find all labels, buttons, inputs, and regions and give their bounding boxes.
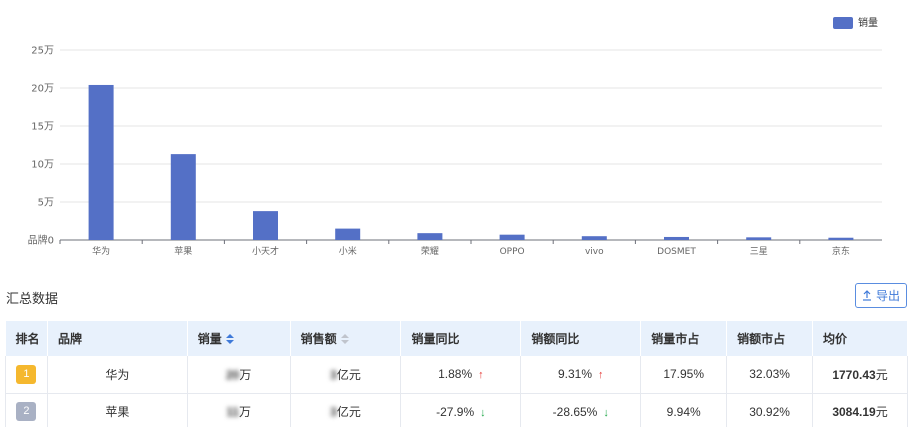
amt-yoy-cell: -28.65% ↓ xyxy=(520,393,642,427)
brand-cell: 苹果 xyxy=(47,393,188,427)
header-amount[interactable]: 销售额 xyxy=(290,321,402,356)
x-axis-ticks: 华为 苹果 小天才 小米 荣耀 OPPO vivo DOSMET 三星 京东 xyxy=(59,240,850,257)
export-label: 导出 xyxy=(875,289,900,303)
amt-yoy-cell: 9.31% ↑ xyxy=(520,356,642,394)
amount-cell: 3亿元 xyxy=(290,393,402,427)
vol-yoy-value: 1.88% xyxy=(438,367,473,382)
export-icon xyxy=(862,290,872,301)
avg-price-cell: 3084.19元 xyxy=(812,393,908,427)
volume-cell: 20万 xyxy=(187,356,291,394)
x-tick-label: 华为 xyxy=(92,245,110,257)
volume-value-obscured: 11 xyxy=(226,405,239,419)
summary-table: 排名 品牌 销量 销售额 销量同比 销额同比 销量市占 销额市占 均价 1 华为 2… xyxy=(5,321,908,427)
vol-yoy-value: -27.9% xyxy=(436,404,475,419)
y-tick-label: 20万 xyxy=(31,84,54,95)
avg-price-cell: 1770.43元 xyxy=(812,356,908,394)
sales-bar-chart: 25万 20万 15万 10万 5万品牌0 华为 苹果 小天才 小米 荣耀 OPPO vivo DOS… xyxy=(28,16,882,257)
vol-yoy-cell: -27.9% ↓ xyxy=(400,393,522,427)
chart-legend[interactable]: 销量 xyxy=(833,16,878,29)
amt-yoy-value: 9.31% xyxy=(557,367,593,382)
header-amount-label: 销售额 xyxy=(300,332,337,346)
amt-yoy-value: -28.65% xyxy=(552,404,598,419)
brand-cell: 华为 xyxy=(47,356,188,394)
x-tick-label: 小米 xyxy=(339,245,357,257)
table-row[interactable]: 1 华为 20万 3亿元 1.88% ↑ 9.31% ↑ 17.95% 32.03% 1770.43… xyxy=(5,356,908,394)
amount-unit: 亿元 xyxy=(336,367,361,382)
table-row[interactable]: 2 苹果 11万 3亿元 -27.9% ↓ -28.65% ↓ 9.94% 30.92% 3084.… xyxy=(5,393,908,427)
header-rank: 排名 xyxy=(5,321,48,356)
arrow-up-icon: ↑ xyxy=(478,369,484,382)
bar-3[interactable] xyxy=(253,211,278,240)
table-header-row: 排名 品牌 销量 销售额 销量同比 销额同比 销量市占 销额市占 均价 xyxy=(5,321,908,356)
bar-10[interactable] xyxy=(828,237,854,240)
x-tick-label: 三星 xyxy=(750,246,768,257)
legend-swatch xyxy=(833,17,853,29)
vol-share-cell: 17.95% xyxy=(640,356,728,394)
x-tick-label: 小天才 xyxy=(252,245,279,257)
header-amt-share: 销额市占 xyxy=(726,321,814,356)
arrow-down-icon: ↓ xyxy=(603,406,609,419)
amount-unit: 亿元 xyxy=(336,405,361,419)
volume-cell: 11万 xyxy=(187,393,291,427)
y-tick-label: 品牌0 xyxy=(28,234,54,247)
price-unit: 元 xyxy=(875,367,888,382)
x-tick-label: DOSMET xyxy=(657,247,696,257)
sort-volume-icon[interactable] xyxy=(225,334,234,345)
header-avg-price: 均价 xyxy=(812,321,908,356)
y-tick-label: 10万 xyxy=(31,160,54,171)
bar-1[interactable] xyxy=(88,84,114,241)
export-button[interactable]: 导出 xyxy=(855,283,907,308)
amt-share-cell: 30.92% xyxy=(726,393,814,427)
y-tick-label: 5万 xyxy=(38,198,54,209)
bar-7[interactable] xyxy=(581,236,607,240)
header-volume[interactable]: 销量 xyxy=(187,321,291,356)
bar-6[interactable] xyxy=(499,234,525,240)
section-title: 汇总数据 xyxy=(6,291,59,306)
bar-2[interactable] xyxy=(170,154,196,240)
y-tick-label: 15万 xyxy=(31,122,54,133)
bar-5[interactable] xyxy=(417,233,443,240)
rank-badge: 2 xyxy=(16,402,37,421)
header-brand: 品牌 xyxy=(47,321,188,356)
rank-badge: 1 xyxy=(16,364,37,384)
header-amt-yoy: 销额同比 xyxy=(520,321,642,356)
x-tick-label: OPPO xyxy=(500,247,525,257)
price-unit: 元 xyxy=(875,405,888,419)
bar-8[interactable] xyxy=(664,236,689,240)
legend-label: 销量 xyxy=(858,16,878,29)
chart-bars xyxy=(88,84,854,241)
x-tick-label: 苹果 xyxy=(174,245,192,257)
vol-yoy-cell: 1.88% ↑ xyxy=(400,356,522,394)
amt-share-cell: 32.03% xyxy=(726,356,814,394)
volume-unit: 万 xyxy=(239,367,252,382)
sort-amount-icon[interactable] xyxy=(340,334,349,345)
bar-9[interactable] xyxy=(746,237,772,240)
volume-unit: 万 xyxy=(239,405,252,419)
x-tick-label: 荣耀 xyxy=(421,245,439,257)
bar-4[interactable] xyxy=(335,228,361,240)
y-tick-label: 25万 xyxy=(31,46,54,57)
header-volume-label: 销量 xyxy=(197,332,222,346)
arrow-down-icon: ↓ xyxy=(480,406,486,419)
rank-cell: 2 xyxy=(5,393,48,427)
y-axis-ticks: 25万 20万 15万 10万 5万品牌0 xyxy=(28,46,54,247)
arrow-up-icon: ↑ xyxy=(598,369,604,382)
header-vol-share: 销量市占 xyxy=(640,321,728,356)
vol-share-cell: 9.94% xyxy=(640,393,728,427)
amount-cell: 3亿元 xyxy=(290,356,402,394)
x-tick-label: vivo xyxy=(585,247,604,257)
amount-value-obscured: 3 xyxy=(330,367,337,382)
avg-price-value: 1770.43 xyxy=(832,367,876,382)
amount-value-obscured: 3 xyxy=(330,405,337,419)
rank-cell: 1 xyxy=(5,356,48,394)
avg-price-value: 3084.19 xyxy=(832,405,876,419)
header-vol-yoy: 销量同比 xyxy=(400,321,522,356)
volume-value-obscured: 20 xyxy=(225,367,240,382)
x-tick-label: 京东 xyxy=(832,245,850,257)
